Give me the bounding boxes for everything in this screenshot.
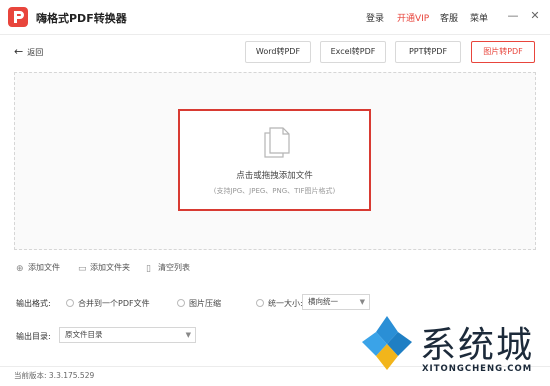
plus-circle-icon: ⊕ (16, 264, 24, 274)
trash-icon: ▯ (146, 264, 151, 274)
minimize-icon[interactable]: — (506, 9, 520, 23)
output-format-label: 输出格式: (16, 299, 51, 308)
arrow-left-icon: ← (14, 45, 24, 58)
output-dir-label: 输出目录: (16, 332, 51, 341)
drop-zone[interactable]: 点击或拖拽添加文件 (支持JPG、JPEG、PNG、TIF图片格式) (178, 109, 371, 211)
title-bar: 嗨格式PDF转换器 登录 开通VIP 客服 菜单 — ✕ (0, 0, 550, 34)
drop-zone-title: 点击或拖拽添加文件 (236, 171, 313, 181)
watermark-logo-icon (362, 316, 412, 370)
chevron-down-icon: ▼ (359, 298, 365, 306)
close-icon[interactable]: ✕ (528, 9, 542, 23)
back-label: 返回 (27, 48, 44, 57)
tab-word-to-pdf[interactable]: Word转PDF (245, 41, 311, 63)
vip-link[interactable]: 开通VIP (397, 11, 429, 24)
app-title: 嗨格式PDF转换器 (36, 12, 127, 25)
tab-image-to-pdf[interactable]: 图片转PDF (471, 41, 535, 63)
watermark-cn: 系统城 (420, 325, 535, 366)
output-dir-value: 原文件目录 (65, 330, 103, 339)
add-file-button[interactable]: ⊕ 添加文件 (16, 262, 60, 274)
back-button[interactable]: ← 返回 (14, 45, 43, 58)
radio-circle-icon (256, 299, 264, 307)
drop-zone-formats: (支持JPG、JPEG、PNG、TIF图片格式) (213, 187, 336, 195)
watermark-en: XITONGCHENG.COM (422, 364, 533, 374)
radio-compress-image[interactable]: 图片压缩 (177, 298, 221, 309)
chevron-down-icon: ▼ (185, 331, 191, 339)
orientation-value: 横向统一 (308, 297, 338, 306)
clear-list-button[interactable]: ▯ 清空列表 (146, 262, 190, 274)
tab-ppt-to-pdf[interactable]: PPT转PDF (395, 41, 461, 63)
add-file-label: 添加文件 (28, 263, 60, 272)
service-link[interactable]: 客服 (440, 11, 458, 24)
orientation-select[interactable]: 横向统一 ▼ (302, 294, 370, 310)
version-text: 当前版本: 3.3.175.529 (14, 371, 95, 380)
login-link[interactable]: 登录 (366, 11, 384, 24)
watermark: 系统城 XITONGCHENG.COM (358, 312, 550, 386)
add-folder-label: 添加文件夹 (90, 263, 130, 272)
document-icon (264, 127, 290, 158)
tab-excel-to-pdf[interactable]: Excel转PDF (320, 41, 386, 63)
top-divider (0, 34, 550, 35)
radio-uniform-size-label: 统一大小: (268, 299, 303, 308)
app-logo-icon (8, 7, 28, 27)
clear-list-label: 清空列表 (158, 263, 190, 272)
radio-circle-icon (177, 299, 185, 307)
radio-compress-image-label: 图片压缩 (189, 299, 221, 308)
radio-merge-pdf[interactable]: 合并到一个PDF文件 (66, 298, 150, 309)
menu-link[interactable]: 菜单 (470, 11, 488, 24)
radio-merge-pdf-label: 合并到一个PDF文件 (78, 299, 150, 308)
add-folder-button[interactable]: ▭ 添加文件夹 (78, 262, 130, 274)
output-dir-select[interactable]: 原文件目录 ▼ (59, 327, 196, 343)
radio-circle-icon (66, 299, 74, 307)
folder-icon: ▭ (78, 264, 87, 274)
radio-uniform-size[interactable]: 统一大小: (256, 298, 303, 309)
